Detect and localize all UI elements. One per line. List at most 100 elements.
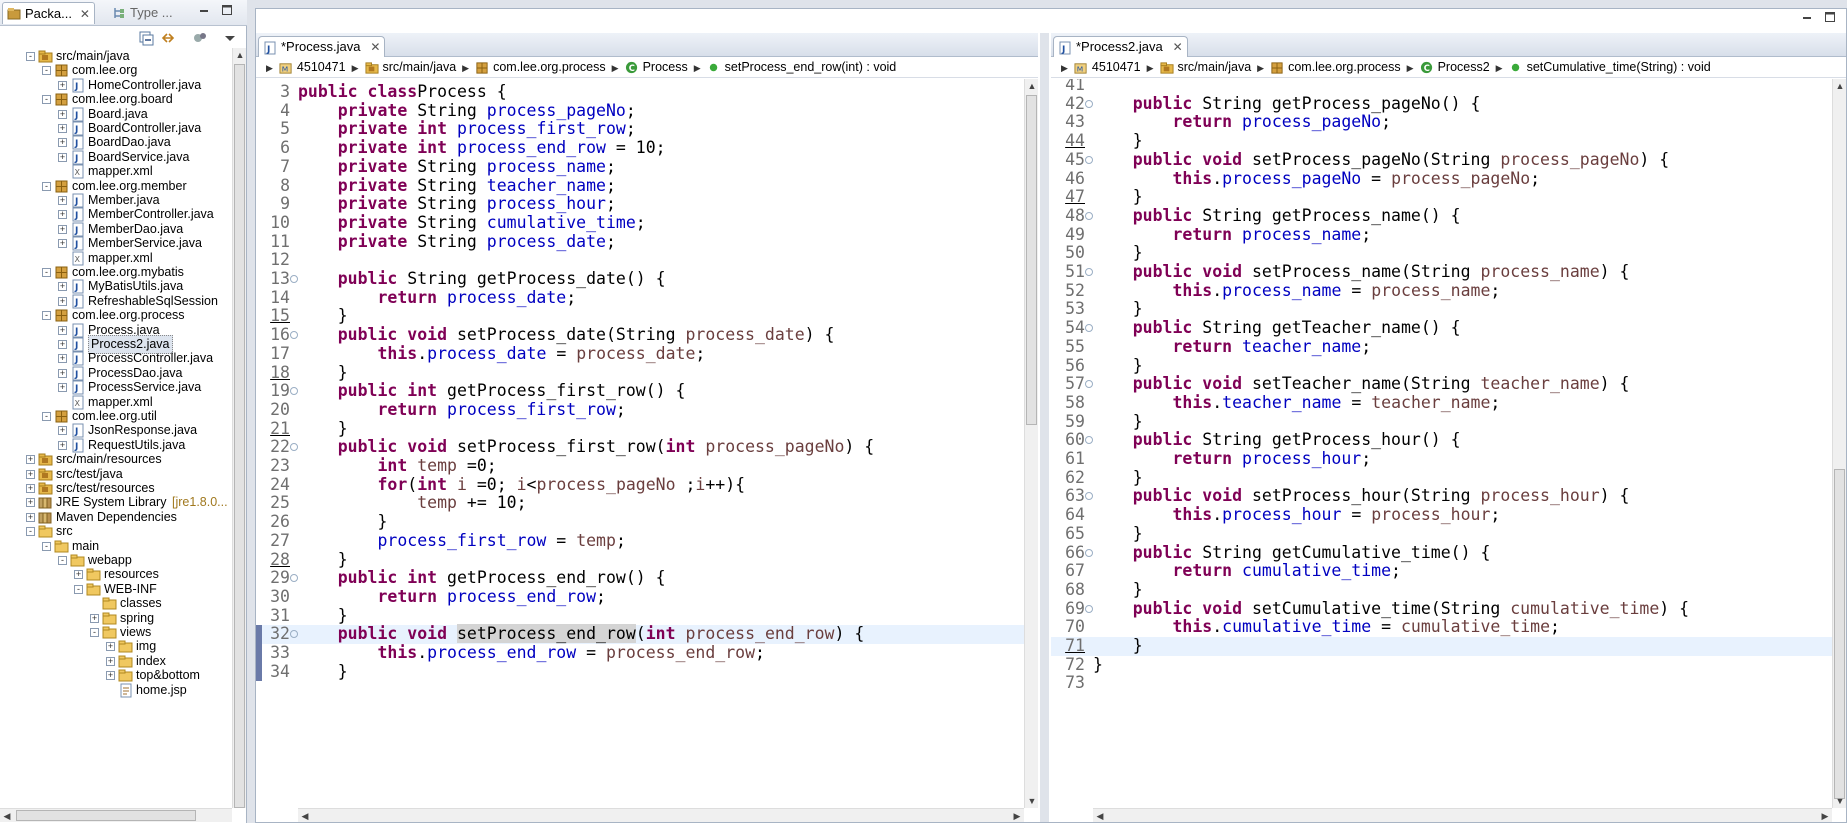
collapse-toggle[interactable]: - <box>26 527 35 537</box>
fold-toggle-icon[interactable] <box>290 443 298 452</box>
code-line[interactable]: 18 } <box>256 363 1024 383</box>
code-line[interactable]: 58 this.teacher_name = teacher_name; <box>1051 393 1832 413</box>
fold-toggle-icon[interactable] <box>1085 324 1093 333</box>
code-line[interactable]: 63 public void setProcess_hour(String pr… <box>1051 487 1832 506</box>
code-line[interactable]: 6 private int process_end_row = 10; <box>256 138 1024 158</box>
code-line[interactable]: 9 private String process_hour; <box>256 194 1024 214</box>
expand-toggle[interactable]: + <box>58 124 67 133</box>
maximize-icon[interactable] <box>221 4 233 16</box>
code-line[interactable]: 21 } <box>256 419 1024 439</box>
collapse-toggle[interactable]: - <box>90 628 99 637</box>
code-line[interactable]: 22 public void setProcess_first_row(int … <box>256 437 1024 457</box>
fold-toggle-icon[interactable] <box>1085 436 1093 445</box>
editor-tab[interactable]: J *Process.java ✕ <box>258 36 386 57</box>
expand-toggle[interactable]: + <box>58 152 67 162</box>
scroll-left-arrow[interactable]: ◀ <box>1093 809 1107 823</box>
code-line[interactable]: 49 return process_name; <box>1051 225 1832 245</box>
code-line[interactable]: 70 this.cumulative_time = cumulative_tim… <box>1051 617 1832 637</box>
chevron-right-icon[interactable]: ▶ <box>1407 58 1414 79</box>
code-line[interactable]: 60 public String getProcess_hour() { <box>1051 430 1832 450</box>
close-icon[interactable]: ✕ <box>1173 37 1183 57</box>
fold-toggle-icon[interactable] <box>1085 548 1093 557</box>
code-line[interactable]: 13 public String getProcess_date() { <box>256 269 1024 289</box>
code-line[interactable]: 43 return process_pageNo; <box>1051 113 1832 132</box>
code-line[interactable]: 71 } <box>1051 636 1832 656</box>
breadcrumb-item[interactable]: setCumulative_time(String) : void <box>1509 57 1711 78</box>
chevron-right-icon[interactable]: ▶ <box>1257 58 1264 79</box>
minimize-icon[interactable] <box>198 4 210 16</box>
tab-package-explorer[interactable]: Packa... ✕ <box>2 2 95 24</box>
code-line[interactable]: 30 return process_end_row; <box>256 587 1024 607</box>
code-editor[interactable]: 3 public classProcess {4 private String p… <box>256 79 1024 808</box>
view-menu-icon[interactable] <box>222 30 238 46</box>
code-line[interactable]: 4 private String process_pageNo; <box>256 101 1024 121</box>
code-line[interactable]: 8 private String teacher_name; <box>256 176 1024 196</box>
expand-toggle[interactable]: + <box>58 282 67 292</box>
code-line[interactable]: 12 <box>256 251 1024 270</box>
fold-toggle-icon[interactable] <box>1085 604 1093 613</box>
expand-toggle[interactable]: + <box>58 325 67 335</box>
fold-toggle-icon[interactable] <box>1085 99 1093 108</box>
expand-toggle[interactable]: + <box>58 224 67 234</box>
scroll-left-arrow[interactable]: ◀ <box>298 809 312 823</box>
code-line[interactable]: 24 for(int i =0; i<process_pageNo ;i++){ <box>256 475 1024 495</box>
code-line[interactable]: 14 return process_date; <box>256 288 1024 308</box>
expand-toggle[interactable]: + <box>58 239 67 249</box>
collapse-toggle[interactable]: - <box>42 412 51 421</box>
editor-tab[interactable]: J *Process2.java ✕ <box>1053 36 1188 57</box>
code-line[interactable]: 50 } <box>1051 243 1832 263</box>
scroll-down-arrow[interactable]: ▼ <box>1833 794 1847 808</box>
tree-vertical-scrollbar[interactable]: ▲ <box>232 48 246 808</box>
code-line[interactable]: 45 public void setProcess_pageNo(String … <box>1051 150 1832 170</box>
expand-toggle[interactable]: + <box>58 109 67 119</box>
breadcrumb-item[interactable]: com.lee.org.process <box>475 57 606 78</box>
fold-toggle-icon[interactable] <box>1085 492 1093 501</box>
editor-horizontal-scrollbar[interactable]: ◀ ▶ <box>1093 808 1832 822</box>
expand-toggle[interactable]: + <box>58 138 67 148</box>
code-line[interactable]: 34 } <box>256 662 1024 682</box>
code-line[interactable]: 11 private String process_date; <box>256 232 1024 252</box>
collapse-all-icon[interactable] <box>138 30 154 46</box>
breadcrumb-item[interactable]: com.lee.org.process <box>1270 57 1401 78</box>
maximize-icon[interactable] <box>1824 11 1836 23</box>
code-line[interactable]: 46 this.process_pageNo = process_pageNo; <box>1051 169 1832 189</box>
code-line[interactable]: 47 } <box>1051 187 1832 207</box>
fold-toggle-icon[interactable] <box>1085 268 1093 276</box>
scroll-up-arrow[interactable]: ▲ <box>1833 79 1847 93</box>
fold-toggle-icon[interactable] <box>290 331 298 340</box>
code-editor[interactable]: 41 42 public String getProcess_pageNo() {… <box>1051 79 1832 808</box>
collapse-toggle[interactable]: - <box>42 541 51 551</box>
link-with-editor-icon[interactable] <box>160 30 176 46</box>
collapse-toggle[interactable]: - <box>26 52 35 61</box>
code-line[interactable]: 28 } <box>256 550 1024 570</box>
code-line[interactable]: 59 } <box>1051 412 1832 432</box>
close-icon[interactable]: ✕ <box>80 3 90 25</box>
expand-toggle[interactable]: + <box>26 484 35 493</box>
expand-toggle[interactable]: + <box>26 498 35 508</box>
tree-item[interactable]: home.jsp <box>0 682 232 699</box>
code-line[interactable]: 54 public String getTeacher_name() { <box>1051 318 1832 338</box>
code-line[interactable]: 42 public String getProcess_pageNo() { <box>1051 94 1832 114</box>
code-line[interactable]: 3 public classProcess { <box>256 82 1024 102</box>
expand-toggle[interactable]: + <box>106 671 115 681</box>
code-line[interactable]: 41 <box>1051 79 1832 95</box>
code-line[interactable]: 53 } <box>1051 300 1832 319</box>
tree-horizontal-scrollbar[interactable]: ◀ <box>0 808 232 822</box>
code-line[interactable]: 16 public void setProcess_date(String pr… <box>256 325 1024 345</box>
code-line[interactable]: 17 this.process_date = process_date; <box>256 344 1024 364</box>
breadcrumb-item[interactable]: M 4510471 <box>279 57 346 78</box>
code-line[interactable]: 25 temp += 10; <box>256 494 1024 513</box>
expand-toggle[interactable]: + <box>58 196 67 205</box>
expand-toggle[interactable]: + <box>58 340 67 349</box>
fold-toggle-icon[interactable] <box>1085 155 1093 164</box>
code-line[interactable]: 10 private String cumulative_time; <box>256 213 1024 233</box>
expand-toggle[interactable]: + <box>58 354 67 364</box>
chevron-right-icon[interactable]: ▶ <box>266 58 273 79</box>
fold-toggle-icon[interactable] <box>290 630 298 639</box>
code-line[interactable]: 33 this.process_end_row = process_end_ro… <box>256 643 1024 663</box>
collapse-toggle[interactable]: - <box>42 95 51 105</box>
expand-toggle[interactable]: + <box>74 570 83 580</box>
code-line[interactable]: 48 public String getProcess_name() { <box>1051 206 1832 226</box>
scroll-up-arrow[interactable]: ▲ <box>233 48 247 62</box>
editor-scroll-thumb[interactable] <box>1834 469 1845 799</box>
